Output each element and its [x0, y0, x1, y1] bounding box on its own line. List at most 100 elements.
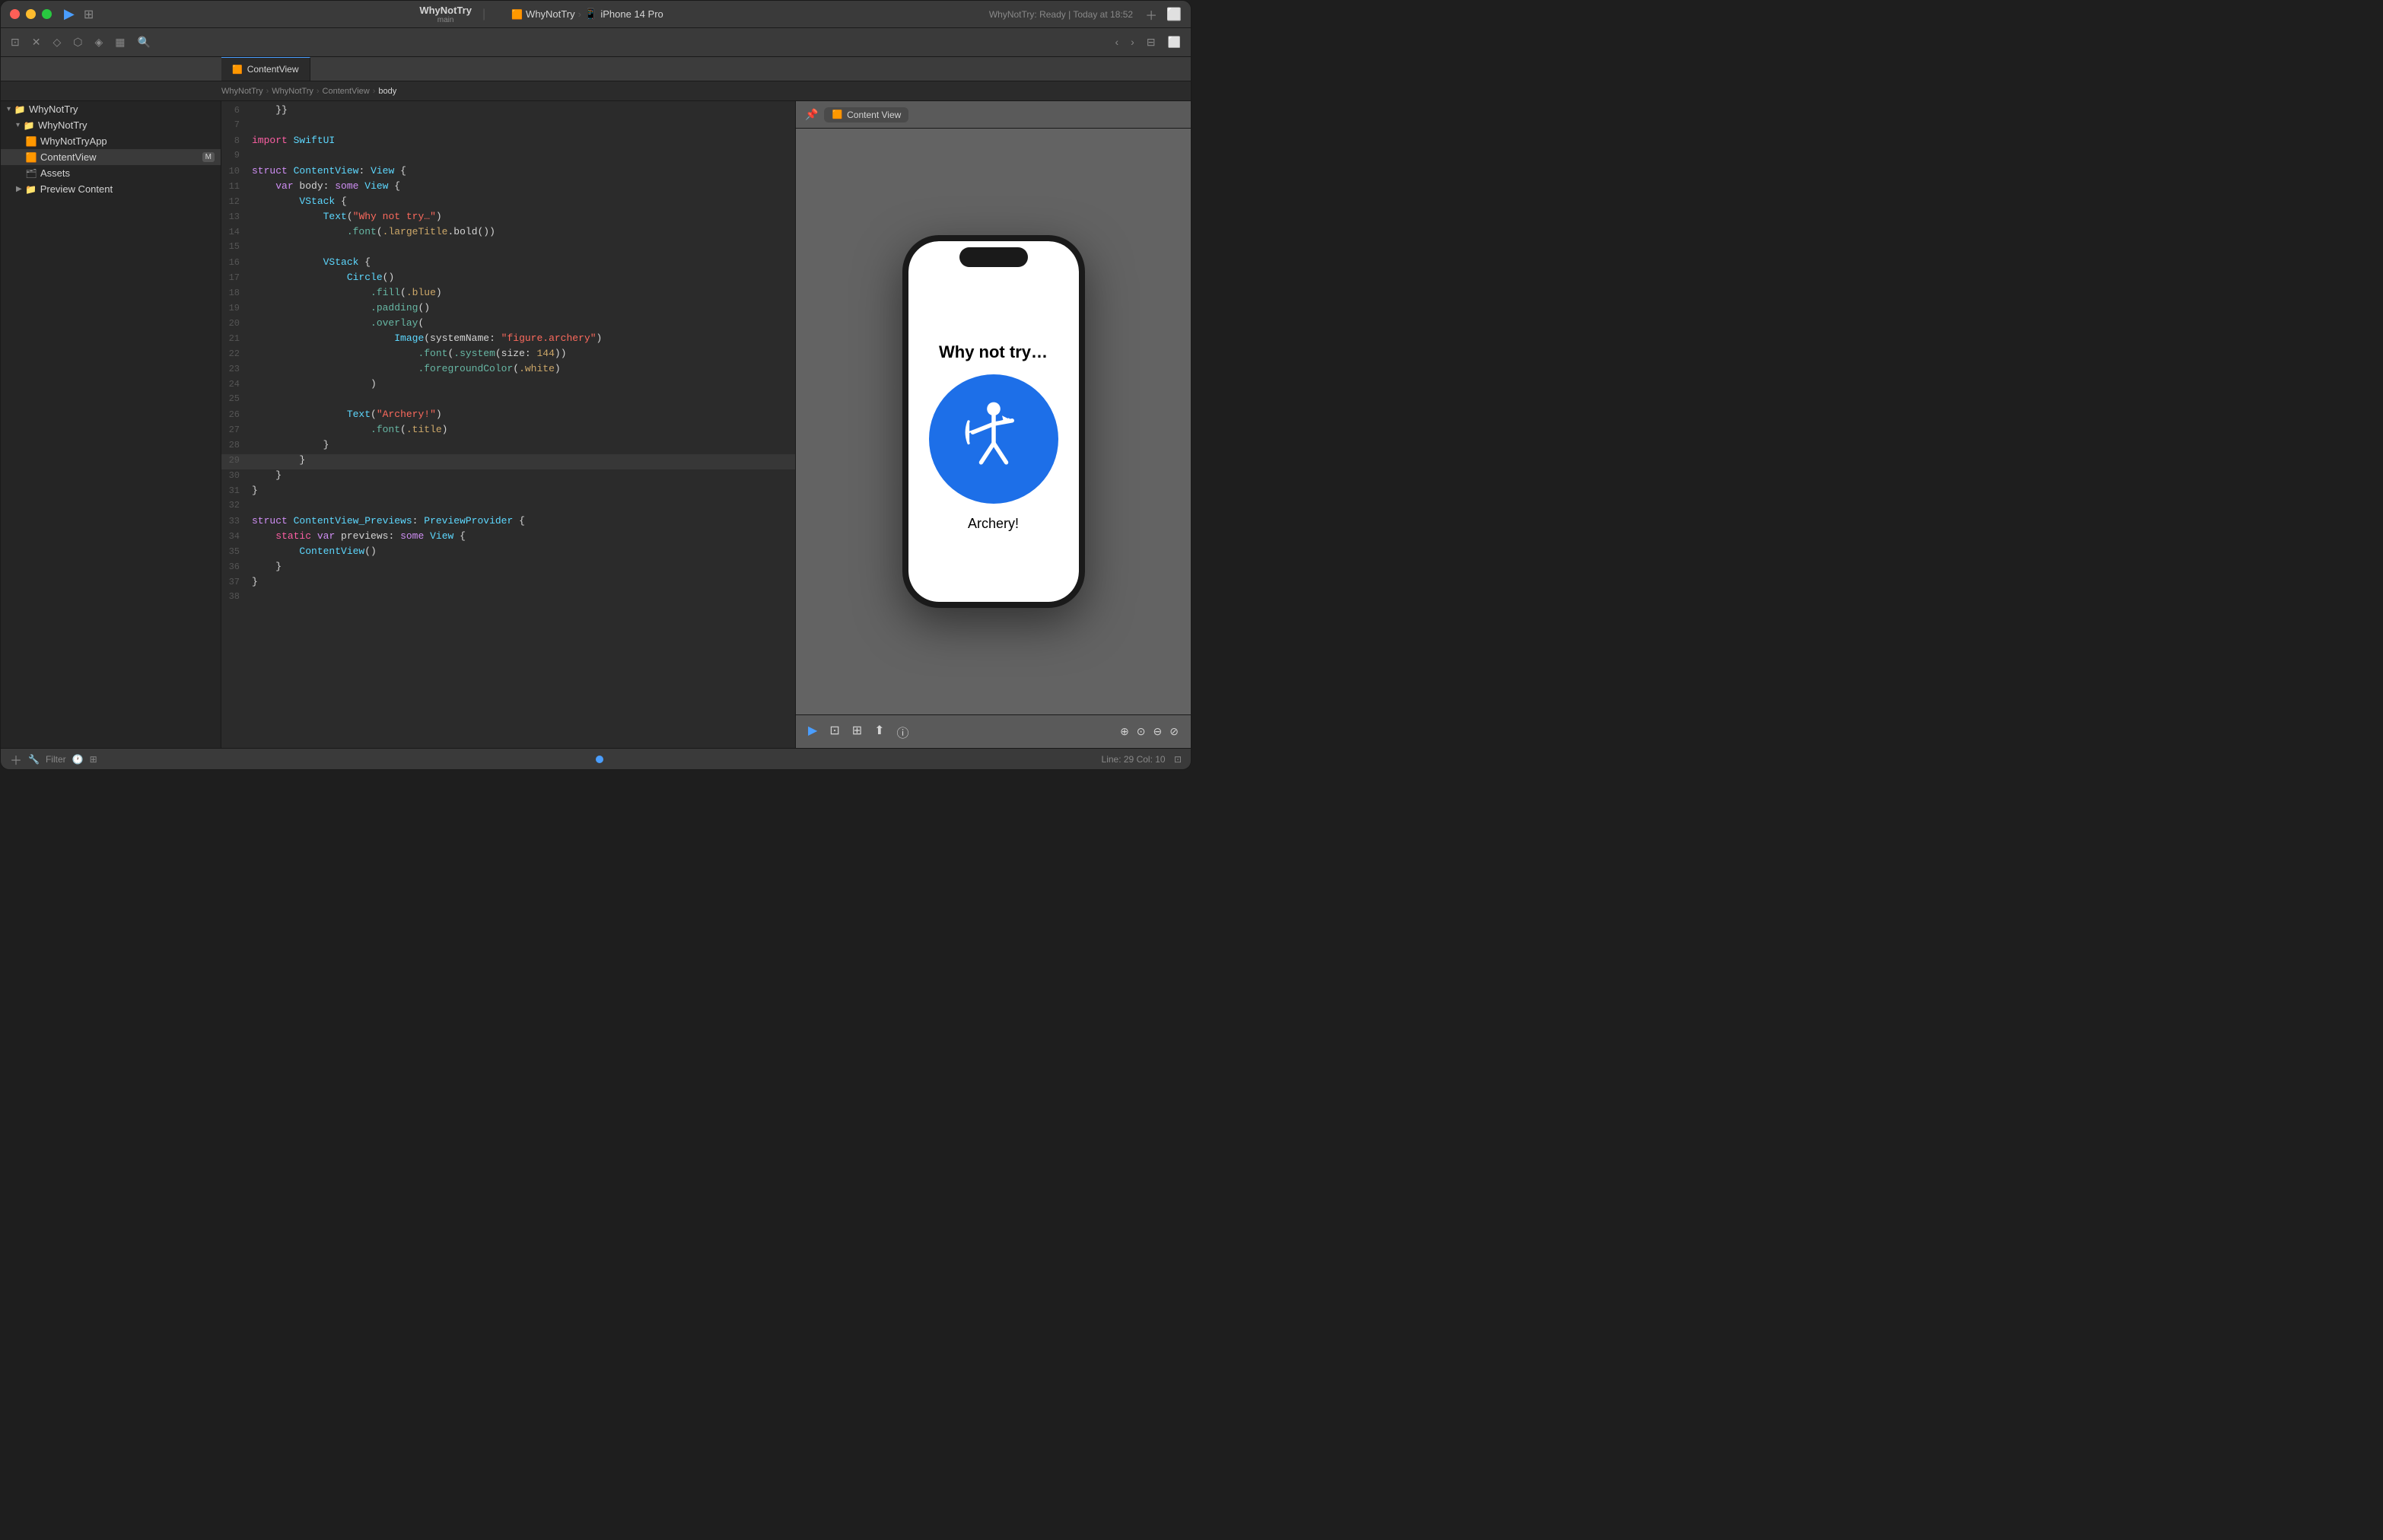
add-file-btn[interactable]: ＋ [10, 750, 22, 768]
statusbar: ＋ 🔧 Filter 🕐 ⊞ Line: 29 Col: 10 ⊡ [1, 748, 1191, 769]
main-content: ▾ 📁 WhyNotTry ▾ 📁 WhyNotTry 🟧 WhyNotTryA… [1, 101, 1191, 748]
preview-tb-right: ⊕ ⊙ ⊖ ⊘ [1120, 725, 1179, 738]
code-line-33: 33 struct ContentView_Previews: PreviewP… [221, 515, 795, 530]
code-line-32: 32 [221, 500, 795, 515]
zoom-reset-btn[interactable]: ⊘ [1169, 725, 1179, 738]
sidebar-item-preview-content[interactable]: ▶ 📁 Preview Content [1, 181, 221, 197]
breadcrumb-2[interactable]: WhyNotTry [272, 87, 313, 96]
code-line-8: 8 import SwiftUI [221, 135, 795, 150]
nav-fwd-btn[interactable]: › [1127, 33, 1138, 51]
stop-btn[interactable]: ✕ [28, 33, 45, 51]
project-label2: WhyNotTry [526, 8, 575, 20]
preview-header: 📌 🟧 Content View [796, 101, 1191, 129]
sidebar-item-whynottry-root[interactable]: ▾ 📁 WhyNotTry [1, 101, 221, 117]
preview-play-btn[interactable]: ▶ [808, 723, 817, 741]
break-btn[interactable]: ◇ [49, 33, 65, 51]
tab-label: ContentView [247, 64, 299, 75]
swift-file-icon: 🟧 [25, 136, 37, 147]
play-button[interactable]: ▶ [64, 6, 75, 22]
phone-activity-label: Archery! [968, 516, 1019, 532]
device-selector[interactable]: 🟧 WhyNotTry › 📱 iPhone 14 Pro [511, 8, 663, 21]
add-editor-button[interactable]: ＋ [1145, 5, 1157, 24]
preview-grid-btn[interactable]: ⊞ [852, 723, 862, 741]
zoom-in-btn[interactable]: ⊕ [1120, 725, 1129, 738]
panel-toggle-btn[interactable]: ⬜ [1164, 33, 1185, 51]
nav-back-btn[interactable]: ‹ [1111, 33, 1122, 51]
sidebar-label-4: ContentView [40, 151, 96, 163]
folder-icon-3: 📁 [25, 184, 37, 195]
code-line-25: 25 [221, 393, 795, 409]
preview-device-btn[interactable]: ⊡ [829, 723, 839, 741]
main-window: ▶ ⊞ WhyNotTry main | 🟧 WhyNotTry › 📱 iPh… [0, 0, 1192, 770]
phone-circle [929, 374, 1058, 504]
code-line-15: 15 [221, 241, 795, 256]
pin-button[interactable]: 📌 [805, 108, 818, 121]
zoom-out-btn[interactable]: ⊖ [1153, 725, 1163, 738]
code-line-6: 6 }} [221, 104, 795, 119]
statusbar-right: Line: 29 Col: 10 ⊡ [1102, 754, 1182, 765]
sidebar-label: WhyNotTry [29, 103, 78, 115]
code-line-36: 36 } [221, 561, 795, 576]
split-view-button[interactable]: ⬜ [1166, 7, 1182, 22]
tabbar: 🟧 ContentView [1, 57, 1191, 81]
modified-badge: M [202, 152, 215, 162]
folder-icon: 📁 [14, 104, 26, 115]
code-line-11: 11 var body: some View { [221, 180, 795, 196]
breadcrumb-3[interactable]: ContentView [323, 87, 370, 96]
device-label: iPhone 14 Pro [600, 8, 663, 20]
project-info: WhyNotTry main [419, 5, 472, 24]
device-icon: 📱 [584, 8, 597, 21]
filter-label: Filter [46, 754, 66, 765]
zoom-fit-btn[interactable]: ⊙ [1137, 725, 1146, 738]
toolbar-left: ⊡ ✕ ◇ ⬡ ◈ ▦ 🔍 [7, 33, 154, 51]
layout-toggle-icon[interactable]: ⊞ [84, 7, 94, 22]
close-button[interactable] [10, 9, 20, 19]
breadcrumb-1[interactable]: WhyNotTry [221, 87, 263, 96]
swift-file-icon-2: 🟧 [25, 152, 37, 163]
inspect-btn[interactable]: 🔍 [134, 33, 154, 51]
sidebar-item-whynotttryapp[interactable]: 🟧 WhyNotTryApp [1, 133, 221, 149]
preview-toolbar: ▶ ⊡ ⊞ ⬆ ⓘ ⊕ ⊙ ⊖ ⊘ [796, 714, 1191, 748]
preview-content: Why not try… [796, 129, 1191, 714]
sidebar-item-whynottry-group[interactable]: ▾ 📁 WhyNotTry [1, 117, 221, 133]
sidebar-toggle-btn[interactable]: ⊡ [7, 33, 24, 51]
code-line-21: 21 Image(systemName: "figure.archery") [221, 332, 795, 348]
preview-tb-left: ▶ ⊡ ⊞ ⬆ ⓘ [808, 723, 909, 741]
sidebar-item-assets[interactable]: 🗂 Assets [1, 165, 221, 181]
toolbar: ⊡ ✕ ◇ ⬡ ◈ ▦ 🔍 ‹ › ⊟ ⬜ [1, 28, 1191, 57]
preview-share-btn[interactable]: ⬆ [874, 723, 884, 741]
grid-btn[interactable]: ▦ [111, 33, 129, 51]
code-line-31: 31 } [221, 485, 795, 500]
code-line-28: 28 } [221, 439, 795, 454]
minimize-button[interactable] [26, 9, 36, 19]
code-line-9: 9 [221, 150, 795, 165]
sidebar-item-contentview[interactable]: 🟧 ContentView M [1, 149, 221, 165]
phone-app-title: Why not try… [939, 342, 1048, 362]
breadcrumb-bar: WhyNotTry › WhyNotTry › ContentView › bo… [1, 81, 1191, 101]
layout-btn[interactable]: ⊡ [1174, 754, 1182, 765]
code-lines: 6 }} 7 8 import SwiftUI 9 10 str [221, 101, 795, 609]
breadcrumb-4[interactable]: body [378, 87, 396, 96]
tab-contentview[interactable]: 🟧 ContentView [221, 57, 310, 81]
grid-status-icon: ⊞ [90, 754, 97, 765]
maximize-button[interactable] [42, 9, 52, 19]
code-line-19: 19 .padding() [221, 302, 795, 317]
hex-btn[interactable]: ⬡ [69, 33, 86, 51]
preview-info-btn[interactable]: ⓘ [897, 723, 909, 741]
titlebar-right: ＋ ⬜ [1145, 5, 1182, 24]
breadcrumb-sep-3: › [373, 87, 376, 96]
code-line-29: 29 } [221, 454, 795, 469]
env-btn[interactable]: ◈ [91, 33, 107, 51]
filter-icon: 🔧 [28, 754, 40, 765]
status-text: WhyNotTry: Ready | Today at 18:52 [989, 9, 1133, 20]
project-branch: main [437, 16, 454, 24]
phone-screen: Why not try… [908, 241, 1079, 602]
sidebar-label-6: Preview Content [40, 183, 113, 195]
titlebar-center: WhyNotTry main | 🟧 WhyNotTry › 📱 iPhone … [94, 5, 989, 24]
code-editor[interactable]: 6 }} 7 8 import SwiftUI 9 10 str [221, 101, 795, 748]
preview-title-button[interactable]: 🟧 Content View [824, 107, 908, 123]
statusbar-left: ＋ 🔧 Filter 🕐 ⊞ [10, 750, 97, 768]
code-line-34: 34 static var previews: some View { [221, 530, 795, 546]
inspector-toggle-btn[interactable]: ⊟ [1143, 33, 1160, 51]
breadcrumb-sep-1: › [266, 87, 269, 96]
